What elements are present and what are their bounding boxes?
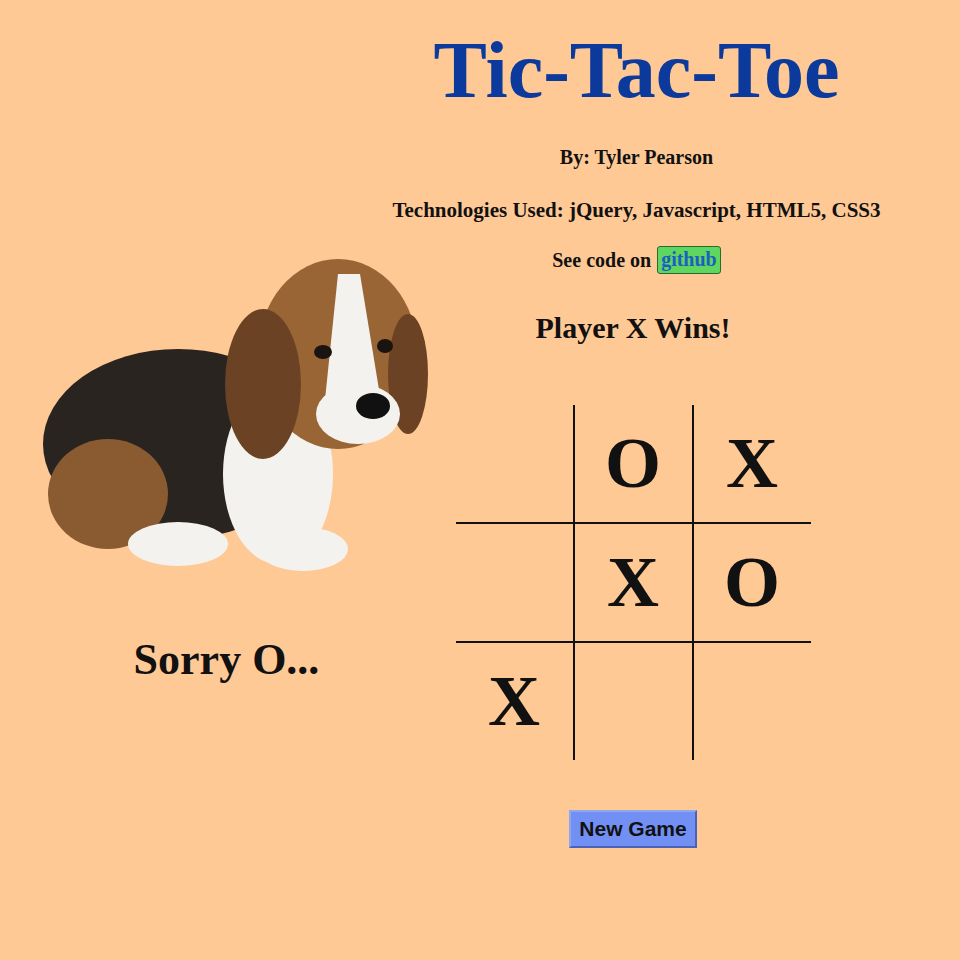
board-cell[interactable]: X bbox=[694, 405, 811, 522]
new-game-button[interactable]: New Game bbox=[569, 810, 696, 848]
game-status: Player X Wins! bbox=[453, 290, 813, 365]
board-cell[interactable] bbox=[456, 405, 573, 522]
puppy-photo bbox=[38, 244, 428, 579]
board-cell[interactable]: O bbox=[575, 405, 692, 522]
button-row: New Game bbox=[453, 785, 813, 960]
author: By: Tyler Pearson bbox=[560, 146, 713, 169]
puppy-photo-frame bbox=[38, 244, 428, 579]
game-board: OXXOX bbox=[456, 405, 811, 760]
code-link-prefix: See code on bbox=[552, 249, 651, 272]
board-cell[interactable] bbox=[456, 524, 573, 641]
code-link-row: See code on github bbox=[313, 230, 960, 290]
author-row: By: Tyler Pearson bbox=[313, 125, 960, 190]
title: Tic-Tac-Toe bbox=[434, 20, 840, 120]
board-cell[interactable]: X bbox=[456, 643, 573, 760]
technologies-row: Technologies Used: jQuery, Javascript, H… bbox=[313, 190, 960, 230]
page: Tic-Tac-Toe By: Tyler Pearson Technologies… bbox=[0, 0, 960, 960]
loser-message: Sorry O... bbox=[134, 634, 320, 685]
loser-panel: Sorry O... bbox=[0, 230, 453, 960]
technologies: Technologies Used: jQuery, Javascript, H… bbox=[392, 198, 880, 223]
board-area: OXXOX bbox=[453, 365, 813, 785]
board-cell[interactable]: X bbox=[575, 524, 692, 641]
github-link[interactable]: github bbox=[657, 246, 721, 274]
board-cell[interactable] bbox=[575, 643, 692, 760]
title-row: Tic-Tac-Toe bbox=[313, 0, 960, 125]
board-cell[interactable]: O bbox=[694, 524, 811, 641]
board-cell[interactable] bbox=[694, 643, 811, 760]
